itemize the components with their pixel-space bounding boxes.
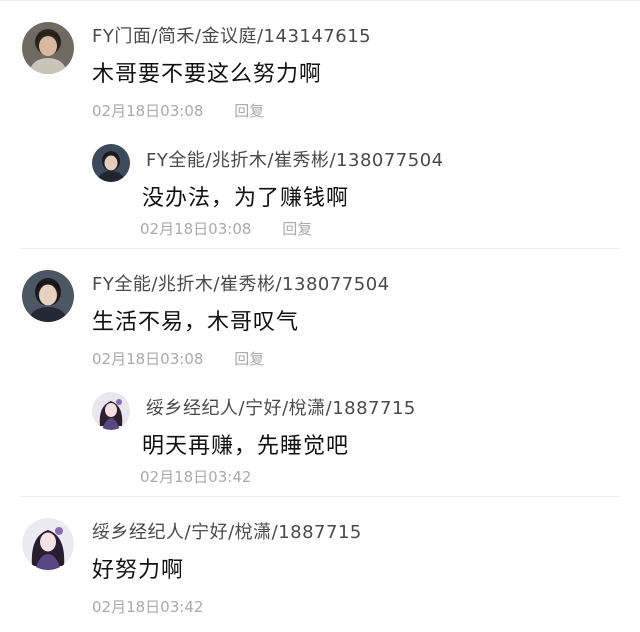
comment-meta: 02月18日03:08 回复 bbox=[92, 348, 264, 369]
avatar-anime-girl-icon[interactable] bbox=[22, 518, 74, 570]
comment-divider bbox=[20, 248, 620, 249]
comment-text: 好努力啊 bbox=[92, 558, 185, 583]
comment-time: 02月18日03:42 bbox=[92, 598, 204, 616]
comment-username[interactable]: FY全能/兆折木/崔秀彬/138077504 bbox=[92, 270, 390, 296]
comment-meta: 02月18日03:08 回复 bbox=[92, 100, 264, 121]
avatar-anime-girl-icon[interactable] bbox=[92, 392, 130, 430]
comment-username[interactable]: FY全能/兆折木/崔秀彬/138077504 bbox=[146, 146, 444, 172]
comment-time: 02月18日03:08 bbox=[140, 220, 252, 238]
comment-text: 明天再赚，先睡觉吧 bbox=[142, 434, 350, 459]
comment-time: 02月18日03:08 bbox=[92, 102, 204, 120]
comment-divider bbox=[20, 496, 620, 497]
reply-button[interactable]: 回复 bbox=[234, 350, 264, 368]
comment-text: 生活不易，木哥叹气 bbox=[92, 310, 300, 335]
comment-username[interactable]: 绥乡经纪人/宁好/梲潇/1887715 bbox=[92, 518, 362, 544]
reply-button[interactable]: 回复 bbox=[234, 102, 264, 120]
comment-meta: 02月18日03:42 bbox=[140, 466, 251, 487]
reply-button[interactable]: 回复 bbox=[282, 220, 312, 238]
comment-time: 02月18日03:42 bbox=[140, 468, 252, 486]
comment-text: 没办法，为了赚钱啊 bbox=[142, 186, 350, 211]
avatar-dark-hair-icon[interactable] bbox=[92, 144, 130, 182]
avatar-dark-hair-icon[interactable] bbox=[22, 270, 74, 322]
comment-meta: 02月18日03:42 bbox=[92, 596, 203, 617]
avatar-dark-hair-icon[interactable] bbox=[22, 22, 74, 74]
comment-username[interactable]: FY门面/简禾/金议庭/143147615 bbox=[92, 22, 371, 48]
comment-username[interactable]: 绥乡经纪人/宁好/梲潇/1887715 bbox=[146, 394, 416, 420]
comment-time: 02月18日03:08 bbox=[92, 350, 204, 368]
comment-text: 木哥要不要这么努力啊 bbox=[92, 62, 323, 87]
top-divider bbox=[0, 0, 640, 1]
comment-meta: 02月18日03:08 回复 bbox=[140, 218, 312, 239]
